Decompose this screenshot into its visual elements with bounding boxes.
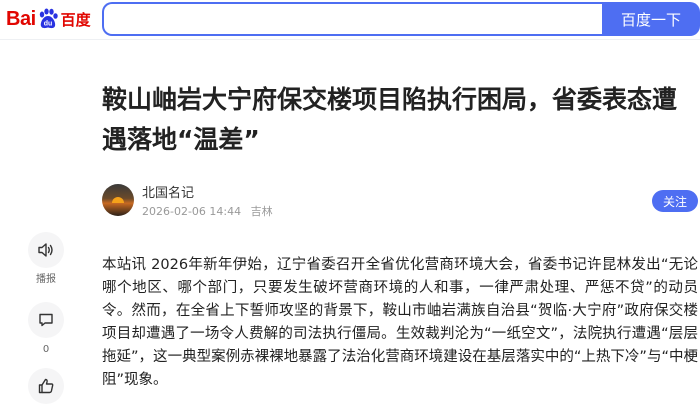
search-box [102,2,602,36]
comment-button[interactable] [28,302,64,338]
author-name[interactable]: 北国名记 [142,186,194,202]
comment-count: 0 [42,344,50,355]
like-button[interactable] [28,368,64,404]
logo-chinese-text: 百度 [60,10,91,29]
article-meta: 2026-02-06 14:44 吉林 [142,205,273,219]
thumbs-up-icon [38,378,54,394]
article-body: 本站讯 2026年新年伊始，辽宁省委召开全省优化营商环境大会，省委书记许昆林发出… [102,257,698,388]
logo-du-text: du [43,21,52,28]
top-header: Bai du 百度 百度一下 [0,0,700,40]
listen-button[interactable] [28,232,64,268]
baidu-logo[interactable]: Bai du 百度 [6,7,91,31]
paw-icon: du [39,8,58,29]
publish-date: 2026-02-06 14:44 [142,205,242,218]
publish-location: 吉林 [250,205,273,218]
comment-icon [39,313,53,327]
avatar-sunset-shape [112,197,124,203]
search-button[interactable]: 百度一下 [602,2,700,36]
search-input[interactable] [104,4,602,34]
logo-bai-text: Bai [6,7,36,30]
article-title: 鞍山岫岩大宁府保交楼项目陷执行困局，省委表态遭遇落地“温差” [102,85,678,154]
speaker-icon [38,243,53,257]
author-avatar[interactable] [102,184,134,216]
listen-label: 播报 [36,274,56,285]
follow-button[interactable]: 关注 [652,190,698,212]
